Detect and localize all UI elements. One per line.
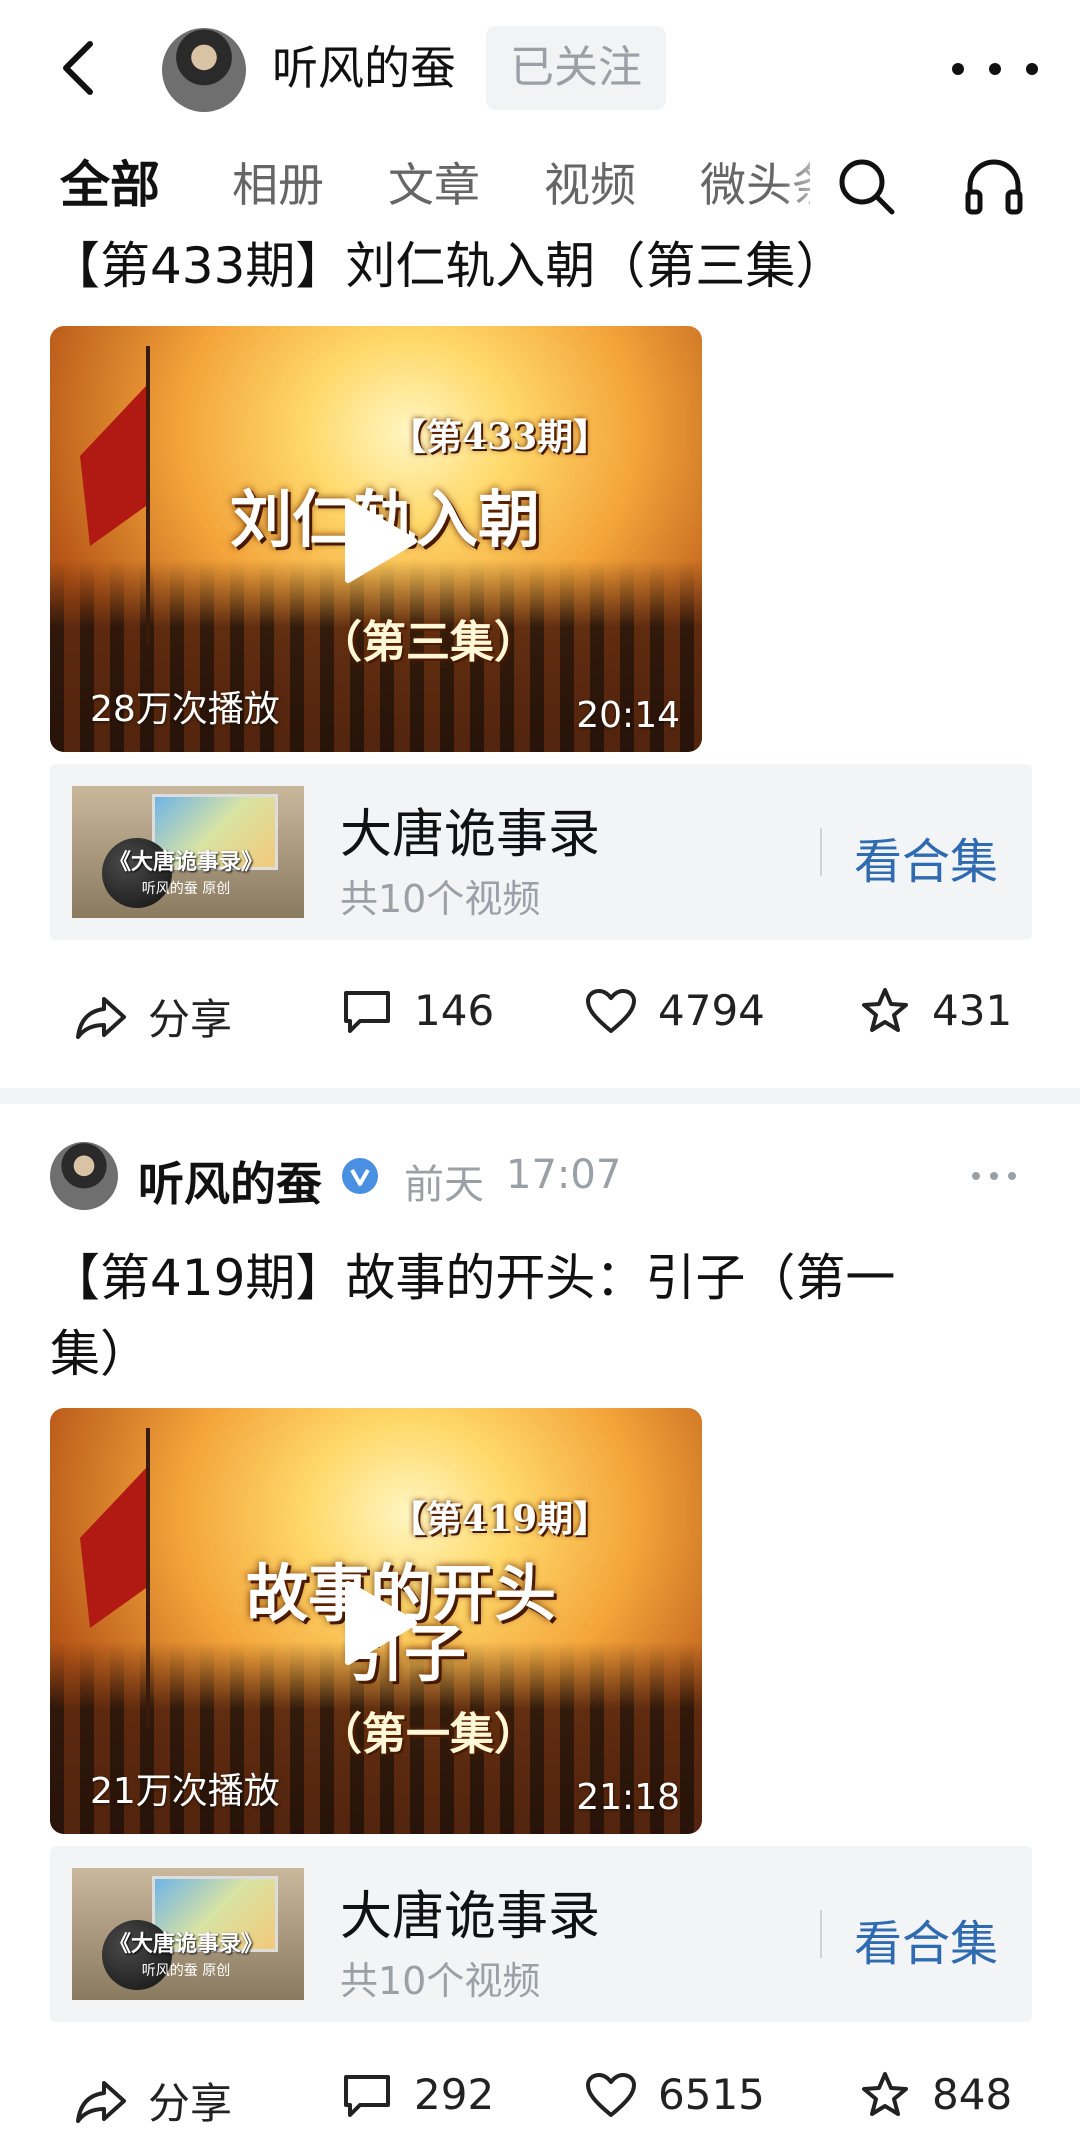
collection-cover: 《大唐诡事录》 听风的蚕 原创 (72, 786, 304, 918)
comment-icon (344, 2074, 390, 2117)
collection-cover: 《大唐诡事录》 听风的蚕 原创 (72, 1868, 304, 2000)
author-avatar[interactable] (162, 28, 246, 112)
follow-button[interactable]: 已关注 (486, 26, 666, 110)
like-count: 6515 (658, 2070, 765, 2119)
favorite-button[interactable]: 431 (858, 986, 1012, 1035)
post-title-line2[interactable]: 集） (50, 1316, 1000, 1392)
share-button[interactable]: 分享 (74, 2070, 232, 2131)
post-day: 前天 (404, 1162, 484, 1208)
star-icon (862, 987, 908, 1032)
play-count: 28万次播放 (90, 689, 280, 730)
share-label: 分享 (148, 2079, 233, 2128)
search-icon[interactable] (834, 154, 898, 218)
divider (820, 828, 822, 876)
verified-badge-icon (342, 1158, 378, 1194)
collection-count: 共10个视频 (340, 1959, 541, 2003)
cover-author: 听风的蚕 原创 (141, 1963, 231, 1979)
back-arrow-icon[interactable] (50, 38, 110, 98)
heart-icon (586, 2072, 636, 2117)
heart-icon (586, 988, 636, 1033)
collection-name: 大唐诡事录 (340, 805, 601, 865)
share-button[interactable]: 分享 (74, 986, 232, 1047)
collection-name: 大唐诡事录 (340, 1887, 601, 1947)
tab-articles[interactable]: 文章 (388, 152, 480, 218)
tab-albums[interactable]: 相册 (232, 152, 324, 218)
divider (820, 1910, 822, 1958)
comment-button[interactable]: 146 (340, 986, 494, 1035)
cover-title: 《大唐诡事录》 (108, 1931, 263, 1957)
favorite-button[interactable]: 848 (858, 2070, 1012, 2119)
favorite-count: 431 (932, 986, 1013, 1035)
post-author-name[interactable]: 听风的蚕 (138, 1148, 322, 1214)
play-count: 21万次播放 (90, 1771, 280, 1812)
share-icon (76, 996, 126, 1039)
view-collection-button[interactable]: 看合集 (854, 822, 998, 892)
like-count: 4794 (658, 986, 765, 1035)
play-icon[interactable] (340, 496, 420, 586)
favorite-count: 848 (932, 2070, 1013, 2119)
video-thumbnail[interactable]: 【第419期】 故事的开头 引子 （第一集） 21万次播放 21:18 (50, 1408, 702, 1834)
post-time: 17:07 (506, 1152, 622, 1198)
play-icon[interactable] (340, 1578, 420, 1668)
cover-author: 听风的蚕 原创 (141, 881, 231, 897)
collection-count: 共10个视频 (340, 877, 541, 921)
thumbnail-subtitle: （第三集） (318, 617, 538, 668)
collection-card[interactable]: 《大唐诡事录》 听风的蚕 原创 大唐诡事录 共10个视频 看合集 (50, 1846, 1032, 2022)
header-author-name[interactable]: 听风的蚕 (272, 38, 456, 98)
comment-icon (344, 990, 390, 1033)
video-duration: 20:14 (576, 695, 680, 736)
headphones-icon[interactable] (962, 154, 1026, 218)
thumbnail-subtitle: （第一集） (318, 1709, 538, 1760)
video-thumbnail[interactable]: 【第433期】 刘仁轨入朝 （第三集） 28万次播放 20:14 (50, 326, 702, 752)
tab-videos[interactable]: 视频 (544, 152, 636, 218)
star-icon (862, 2071, 908, 2116)
post-more-icon[interactable] (968, 1168, 1020, 1184)
post-title[interactable]: 【第433期】刘仁轨入朝（第三集） (50, 228, 1000, 304)
tab-all[interactable]: 全部 (60, 152, 160, 218)
red-flag-graphic (80, 346, 150, 646)
share-icon (76, 2080, 126, 2123)
cover-title: 《大唐诡事录》 (108, 849, 263, 875)
post-separator (0, 1088, 1080, 1104)
red-flag-graphic (80, 1428, 150, 1728)
share-label: 分享 (148, 995, 233, 1044)
like-button[interactable]: 6515 (584, 2070, 765, 2119)
tab-fade (780, 140, 840, 230)
post-title-line1[interactable]: 【第419期】故事的开头：引子（第一 (50, 1240, 1000, 1316)
video-duration: 21:18 (576, 1777, 680, 1818)
like-button[interactable]: 4794 (584, 986, 765, 1035)
thumbnail-issue: 【第419期】 (390, 1498, 610, 1540)
collection-card[interactable]: 《大唐诡事录》 听风的蚕 原创 大唐诡事录 共10个视频 看合集 (50, 764, 1032, 940)
post-author-avatar[interactable] (50, 1142, 118, 1210)
view-collection-button[interactable]: 看合集 (854, 1904, 998, 1974)
more-options-icon[interactable] (940, 54, 1050, 84)
comment-count: 292 (414, 2070, 495, 2119)
comment-button[interactable]: 292 (340, 2070, 494, 2119)
thumbnail-issue: 【第433期】 (390, 416, 610, 458)
comment-count: 146 (414, 986, 495, 1035)
